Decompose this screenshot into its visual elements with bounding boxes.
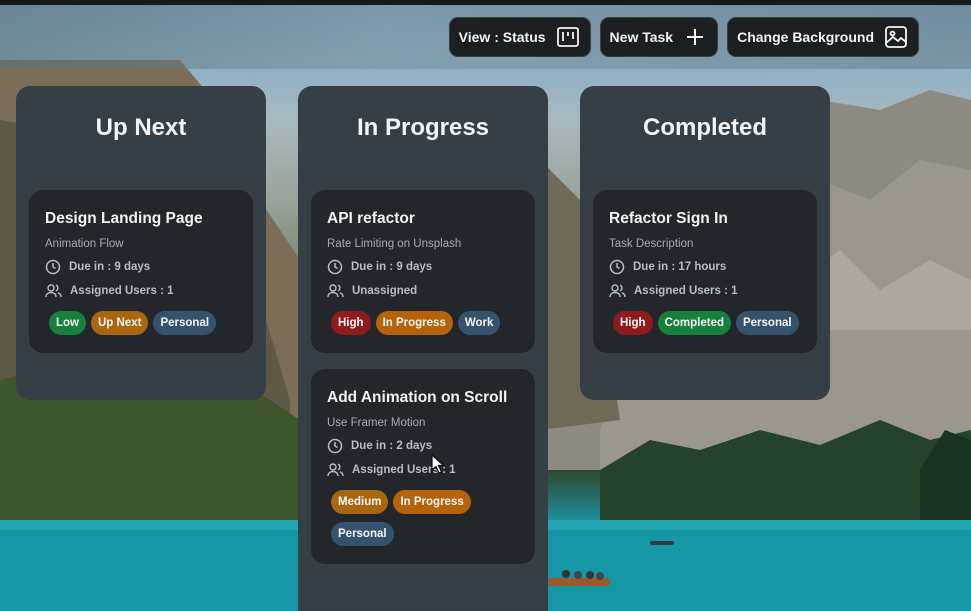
assigned-row: Unassigned: [327, 283, 519, 299]
task-card[interactable]: Add Animation on Scroll Use Framer Motio…: [311, 369, 535, 564]
priority-tag: High: [613, 311, 653, 335]
task-description: Task Description: [609, 238, 694, 250]
task-card[interactable]: API refactor Rate Limiting on Unsplash D…: [311, 190, 535, 353]
status-tag: Up Next: [91, 311, 149, 335]
due-row: Due in : 2 days: [327, 438, 519, 454]
tag-list: Low Up Next Personal: [45, 311, 237, 335]
change-background-label: Change Background: [737, 29, 874, 45]
column-title: Up Next: [95, 114, 187, 141]
task-card[interactable]: Design Landing Page Animation Flow Due i…: [29, 190, 253, 353]
column-completed: Completed Refactor Sign In Task Descript…: [580, 86, 830, 400]
assigned-text: Assigned Users : 1: [70, 285, 174, 297]
task-description: Use Framer Motion: [327, 417, 426, 429]
column-title: Completed: [642, 114, 767, 141]
view-status-button[interactable]: View : Status: [448, 17, 591, 57]
clock-icon: [327, 438, 343, 454]
assigned-row: Assigned Users : 1: [609, 283, 801, 299]
due-text: Due in : 9 days: [69, 261, 151, 273]
clock-icon: [327, 259, 343, 275]
mouse-cursor-icon: [431, 454, 445, 474]
change-background-button[interactable]: Change Background: [727, 17, 919, 57]
users-icon: [327, 463, 344, 477]
new-task-label: New Task: [609, 29, 674, 45]
task-card[interactable]: Refactor Sign In Task Description Due in…: [593, 190, 817, 353]
priority-tag: Low: [49, 311, 86, 335]
status-tag: Completed: [657, 311, 731, 335]
due-text: Due in : 2 days: [351, 440, 433, 452]
tag-list: High Completed Personal: [609, 311, 801, 335]
image-icon: [884, 25, 908, 49]
priority-tag: Medium: [331, 490, 389, 514]
column-in-progress: In Progress API refactor Rate Limiting o…: [298, 86, 548, 611]
due-text: Due in : 17 hours: [633, 261, 727, 273]
task-title: Design Landing Page: [45, 210, 203, 227]
assigned-text: Unassigned: [352, 285, 418, 297]
view-status-label: View : Status: [458, 29, 546, 45]
category-tag: Personal: [331, 522, 394, 546]
task-title: API refactor: [327, 210, 415, 227]
tag-list: High In Progress Work: [327, 311, 519, 335]
column-up-next: Up Next Design Landing Page Animation Fl…: [16, 86, 266, 400]
due-text: Due in : 9 days: [351, 261, 433, 273]
toolbar: View : Status New Task Change Background: [448, 17, 919, 57]
assigned-row: Assigned Users : 1: [45, 283, 237, 299]
due-row: Due in : 9 days: [45, 259, 237, 275]
status-tag: In Progress: [375, 311, 453, 335]
clock-icon: [609, 259, 625, 275]
assigned-row: Assigned Users : 1: [327, 462, 519, 478]
users-icon: [327, 284, 344, 298]
status-tag: In Progress: [393, 490, 471, 514]
new-task-button[interactable]: New Task: [599, 17, 719, 57]
assigned-text: Assigned Users : 1: [634, 285, 738, 297]
task-title: Add Animation on Scroll: [327, 389, 508, 406]
task-description: Rate Limiting on Unsplash: [327, 238, 462, 250]
priority-tag: High: [331, 311, 371, 335]
kanban-icon: [556, 25, 580, 49]
due-row: Due in : 17 hours: [609, 259, 801, 275]
task-description: Animation Flow: [45, 238, 124, 250]
clock-icon: [45, 259, 61, 275]
tag-list: Medium In Progress Personal: [327, 490, 519, 546]
column-title: In Progress: [356, 114, 490, 141]
users-icon: [609, 284, 626, 298]
users-icon: [45, 284, 62, 298]
due-row: Due in : 9 days: [327, 259, 519, 275]
category-tag: Personal: [735, 311, 799, 335]
category-tag: Work: [457, 311, 501, 335]
task-title: Refactor Sign In: [609, 210, 728, 227]
plus-icon: [683, 25, 707, 49]
category-tag: Personal: [153, 311, 217, 335]
